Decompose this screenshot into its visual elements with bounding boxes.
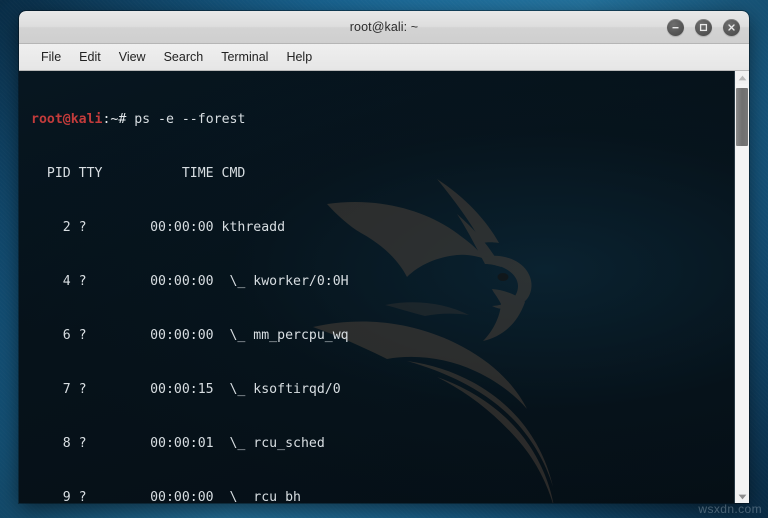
process-row: 9 ? 00:00:00 \_ rcu_bh <box>31 490 301 503</box>
image-watermark: wsxdn.com <box>698 502 762 516</box>
menu-item-edit[interactable]: Edit <box>70 48 110 66</box>
process-row: 4 ? 00:00:00 \_ kworker/0:0H <box>31 274 349 289</box>
minimize-button[interactable] <box>667 18 684 36</box>
menu-item-help[interactable]: Help <box>277 48 321 66</box>
close-button[interactable] <box>723 18 740 36</box>
menu-bar: File Edit View Search Terminal Help <box>19 44 749 71</box>
prompt-user-host: root@kali <box>31 112 103 127</box>
terminal-prompt-line: root@kali:~# ps -e --forest <box>31 111 734 129</box>
terminal-area: root@kali:~# ps -e --forest PID TTY TIME… <box>19 71 749 503</box>
menu-item-file[interactable]: File <box>32 48 70 66</box>
scroll-up-icon[interactable] <box>735 71 749 84</box>
window-titlebar[interactable]: root@kali: ~ <box>19 11 749 44</box>
terminal-output[interactable]: root@kali:~# ps -e --forest PID TTY TIME… <box>19 75 734 503</box>
process-row: 8 ? 00:00:01 \_ rcu_sched <box>31 436 325 451</box>
process-row: 7 ? 00:00:15 \_ ksoftirqd/0 <box>31 382 341 397</box>
terminal-scrollbar[interactable] <box>734 71 749 503</box>
ps-header-row: PID TTY TIME CMD <box>31 166 246 181</box>
terminal-output-scroll[interactable]: root@kali:~# ps -e --forest PID TTY TIME… <box>19 71 734 503</box>
prompt-path: :~# <box>102 112 135 127</box>
process-row: 6 ? 00:00:00 \_ mm_percpu_wq <box>31 328 349 343</box>
menu-item-terminal[interactable]: Terminal <box>212 48 277 66</box>
maximize-button[interactable] <box>695 18 712 36</box>
scrollbar-thumb[interactable] <box>736 88 748 146</box>
window-controls <box>667 11 740 43</box>
scrollbar-track[interactable] <box>735 84 749 490</box>
prompt-command: ps -e --forest <box>134 112 246 127</box>
terminal-window: root@kali: ~ File Edit View Search Termi… <box>19 11 749 503</box>
process-row: 2 ? 00:00:00 kthreadd <box>31 220 286 235</box>
menu-item-view[interactable]: View <box>110 48 155 66</box>
window-title: root@kali: ~ <box>349 20 419 34</box>
menu-item-search[interactable]: Search <box>155 48 213 66</box>
